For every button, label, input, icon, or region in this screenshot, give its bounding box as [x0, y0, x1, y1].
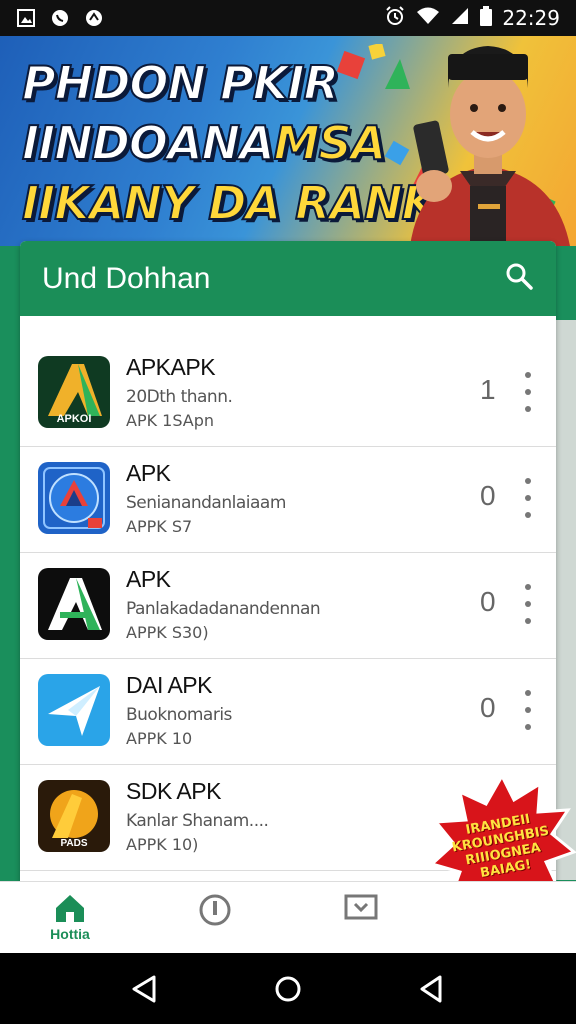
more-vert-icon[interactable] [520, 372, 536, 412]
app-icon-apkapk: APKOI [38, 356, 110, 428]
back-icon[interactable] [128, 973, 160, 1005]
app-count: 1 [480, 374, 496, 405]
status-right: 22:29 [384, 5, 560, 32]
app-count: 0 [480, 586, 496, 617]
list-item[interactable]: APK Panlakadadanandennan APPK S30) 0 [20, 552, 556, 659]
more-vert-icon[interactable] [520, 478, 536, 518]
app-version: APK 1SApn [126, 411, 215, 430]
app-icon-dai-apk [38, 674, 110, 746]
app-subtitle: Senianandanlaiaam [126, 493, 286, 513]
list-item[interactable]: APKOI APKAPK 20Dth thann. APK 1SApn 1 [20, 340, 556, 447]
app-version: APPK S30) [126, 623, 209, 642]
recents-icon[interactable] [416, 973, 448, 1005]
list-header: Und Dohhan [20, 241, 556, 316]
list-item[interactable]: APK Senianandanlaiaam APPK S7 0 [20, 446, 556, 553]
info-icon [199, 894, 231, 926]
home-icon [56, 895, 84, 922]
home-circle-icon[interactable] [272, 973, 304, 1005]
nav-info[interactable] [175, 892, 255, 948]
app-icon-apk-dark [38, 568, 110, 640]
app-icon-apk-blue [38, 462, 110, 534]
app-subtitle: Buoknomaris [126, 705, 232, 725]
app-subtitle: Kanlar Shanam.... [126, 811, 269, 831]
list-item-text: SDK APK Kanlar Shanam.... APPK 10) [126, 778, 269, 854]
app-version: APPK 10 [126, 729, 193, 748]
more-vert-icon[interactable] [520, 690, 536, 730]
app-name: APK [126, 460, 171, 486]
bottom-navigation: Hottia [0, 881, 576, 954]
list-item-text: DAI APK Buoknomaris APPK 10 [126, 672, 232, 748]
app-name: APK [126, 566, 171, 592]
signal-icon [450, 6, 470, 31]
whatsapp-icon [50, 8, 70, 28]
app-version: APPK 10) [126, 835, 199, 854]
list-item-text: APK Senianandanlaiaam APPK S7 [126, 460, 286, 536]
app-subtitle: Panlakadadanandennan [126, 599, 321, 619]
app-icon [84, 8, 104, 28]
app-name: DAI APK [126, 672, 212, 698]
app-subtitle: 20Dth thann. [126, 387, 233, 407]
more-vert-icon[interactable] [520, 584, 536, 624]
nav-home-label: Hottia [50, 926, 90, 942]
promo-banner[interactable]: PHDON PKIR IINDOANAMSA IIKANY DA RANKA [0, 36, 576, 246]
app-name: APKAPK [126, 354, 216, 380]
list-item-text: APK Panlakadadanandennan APPK S30) [126, 566, 321, 642]
nav-tv[interactable] [321, 892, 401, 948]
list-item-text: APKAPK 20Dth thann. APK 1SApn [126, 354, 233, 430]
list-title: Und Dohhan [42, 261, 211, 295]
status-left-icons [16, 8, 104, 28]
image-icon [16, 8, 36, 28]
clock: 22:29 [502, 6, 560, 30]
alarm-icon [384, 5, 406, 32]
nav-home[interactable]: Hottia [30, 892, 110, 948]
app-icon-label: PADS [60, 838, 87, 849]
app-count: 0 [480, 480, 496, 511]
presenter-illustration [410, 46, 570, 246]
wifi-icon [416, 6, 440, 31]
app-name: SDK APK [126, 778, 221, 804]
app-icon-label: APKOI [57, 413, 92, 425]
list-item[interactable]: DAI APK Buoknomaris APPK 10 0 [20, 658, 556, 765]
status-bar: 22:29 [0, 0, 576, 36]
app-count: 0 [480, 692, 496, 723]
app-icon-sdk-apk: PADS [38, 780, 110, 852]
search-icon[interactable] [504, 261, 534, 296]
tv-icon [344, 894, 378, 920]
battery-icon [480, 5, 493, 31]
system-navigation-bar [0, 953, 576, 1024]
app-version: APPK S7 [126, 517, 193, 536]
